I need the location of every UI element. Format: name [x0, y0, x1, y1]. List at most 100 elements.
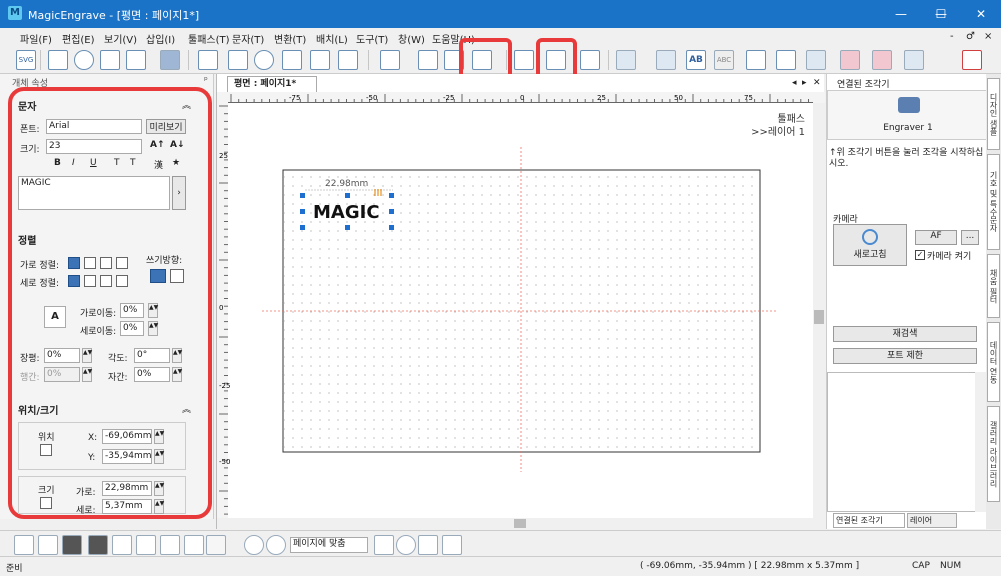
valign-justify-icon[interactable] [116, 275, 128, 287]
width-spinner[interactable]: ▲▼ [154, 481, 164, 496]
align-center-icon[interactable] [84, 257, 96, 269]
side-tab-gallery[interactable]: 갤러리 라이브러리 [987, 406, 1000, 502]
menu-insert[interactable]: 삽입(I) [146, 31, 175, 46]
tab-connected-engraver[interactable]: 연결된 조각기 [833, 513, 905, 528]
camera-on-checkbox[interactable]: ✓ [915, 250, 925, 260]
copy-button[interactable] [136, 535, 156, 555]
rescan-button[interactable]: 재검색 [833, 326, 977, 342]
preview-button[interactable]: 미리보기 [146, 119, 186, 134]
line-gap-input[interactable]: 0% [44, 367, 80, 382]
save-file-button[interactable] [62, 535, 82, 555]
crosshair-tool-button[interactable] [962, 50, 982, 70]
side-tab-data-link[interactable]: 데이터 연동 [987, 322, 1000, 402]
collapse-icon[interactable]: ︽ [182, 98, 191, 111]
minimize-button[interactable]: — [881, 0, 921, 28]
text-abc-button[interactable]: ABC [714, 50, 734, 70]
angle-input[interactable]: 0° [134, 348, 170, 363]
print-button[interactable] [88, 535, 108, 555]
menu-transform[interactable]: 변환(T) [274, 31, 306, 46]
refresh-button[interactable]: 새로고침 [833, 224, 907, 266]
anchor-icon[interactable] [40, 444, 52, 456]
maximize-button[interactable]: ☐ [921, 0, 961, 28]
side-tab-fill-filter[interactable]: 채움 필터 [987, 254, 1000, 318]
table-tool-button[interactable] [198, 50, 218, 70]
image-tool-button[interactable] [746, 50, 766, 70]
align-justify-icon[interactable] [116, 257, 128, 269]
mdi-close-button[interactable]: × [984, 31, 992, 42]
width-ratio-spinner[interactable]: ▲▼ [82, 348, 92, 363]
font-select[interactable]: Arial [46, 119, 142, 134]
size-select[interactable]: 23 [46, 139, 142, 154]
subscript-button[interactable]: T [130, 158, 136, 168]
horizontal-write-icon[interactable] [150, 269, 166, 283]
char-gap-spinner[interactable]: ▲▼ [172, 367, 182, 382]
redo-button[interactable] [206, 535, 226, 555]
tab-close-button[interactable]: ✕ [813, 78, 821, 88]
underline-button[interactable]: U [90, 158, 97, 168]
angle-spinner[interactable]: ▲▼ [172, 348, 182, 363]
y-input[interactable]: -35,94mm [102, 449, 152, 464]
text-frame-button[interactable] [282, 50, 302, 70]
pan-hand-button[interactable] [442, 535, 462, 555]
paste-button[interactable] [160, 535, 180, 555]
menu-edit[interactable]: 편집(E) [62, 31, 95, 46]
text-expand-button[interactable]: › [172, 176, 186, 210]
menu-window[interactable]: 창(W) [398, 31, 425, 46]
side-tab-symbols[interactable]: 기호 및 특수문자 [987, 154, 1000, 250]
undo-button[interactable] [184, 535, 204, 555]
rectangle-tool-button[interactable] [100, 50, 120, 70]
group-tool-button[interactable] [418, 50, 438, 70]
height-spinner[interactable]: ▲▼ [154, 499, 164, 514]
italic-button[interactable]: I [72, 158, 75, 168]
port-limit-button[interactable]: 포트 제한 [833, 348, 977, 364]
mirror-tool-button[interactable] [228, 50, 248, 70]
canvas[interactable]: -75 -50 -25 0 25 50 75 25 0 -25 -50 툴패스 … [217, 92, 825, 529]
width-input[interactable]: 22,98mm [102, 481, 152, 496]
node-tool-button[interactable] [338, 50, 358, 70]
menu-file[interactable]: 파일(F) [20, 31, 52, 46]
camera-more-button[interactable]: ... [961, 230, 979, 245]
zoom-select-button[interactable] [418, 535, 438, 555]
zoom-fit-select[interactable]: 페이지에 맞춤 [290, 537, 368, 553]
valign-middle-icon[interactable] [84, 275, 96, 287]
align-tool-button[interactable] [380, 50, 400, 70]
superscript-button[interactable]: T [114, 158, 120, 168]
size-up-icon[interactable]: A↑ [150, 140, 165, 150]
engraver-button[interactable]: Engraver 1 [827, 90, 987, 140]
hanja-button[interactable]: 漢 [154, 158, 163, 171]
rotate-tool-button[interactable] [254, 50, 274, 70]
y-spinner[interactable]: ▲▼ [154, 449, 164, 464]
doc-tab[interactable]: 평면 : 페이지1* [227, 76, 317, 92]
frame-tool-3-button[interactable] [904, 50, 924, 70]
align-left-icon[interactable] [68, 257, 80, 269]
zoom-text-button[interactable] [396, 535, 416, 555]
pie-tool-button[interactable] [310, 50, 330, 70]
engrave-preview-button[interactable] [806, 50, 826, 70]
fill-tool-button[interactable] [616, 50, 636, 70]
zoom-in-button[interactable] [244, 535, 264, 555]
menu-text[interactable]: 문자(T) [232, 31, 264, 46]
line-gap-spinner[interactable]: ▲▼ [82, 367, 92, 382]
tab-next-button[interactable]: ▸ [802, 78, 807, 88]
align-right-icon[interactable] [100, 257, 112, 269]
polygon-tool-button[interactable] [126, 50, 146, 70]
mdi-minimize-button[interactable]: - [950, 31, 954, 42]
char-gap-input[interactable]: 0% [134, 367, 170, 382]
v-move-spinner[interactable]: ▲▼ [148, 321, 158, 336]
menu-arrange[interactable]: 배치(L) [316, 31, 348, 46]
menu-tools[interactable]: 도구(T) [356, 31, 388, 46]
menu-toolpath[interactable]: 툴패스(T) [188, 31, 230, 46]
frame-tool-2-button[interactable] [872, 50, 892, 70]
bold-button[interactable]: B [54, 158, 61, 168]
text-ab-button[interactable]: AB [686, 50, 706, 70]
zoom-area-button[interactable] [374, 535, 394, 555]
side-tab-design-samples[interactable]: 디자인 샘플 [987, 78, 1000, 150]
text-input[interactable]: MAGIC [18, 176, 170, 210]
valign-top-icon[interactable] [68, 275, 80, 287]
svg-import-button[interactable]: SVG [16, 50, 36, 70]
tab-prev-button[interactable]: ◂ [792, 78, 797, 88]
new-file-button[interactable] [14, 535, 34, 555]
open-file-button[interactable] [38, 535, 58, 555]
h-move-input[interactable]: 0% [120, 303, 144, 318]
size-down-icon[interactable]: A↓ [170, 140, 185, 150]
